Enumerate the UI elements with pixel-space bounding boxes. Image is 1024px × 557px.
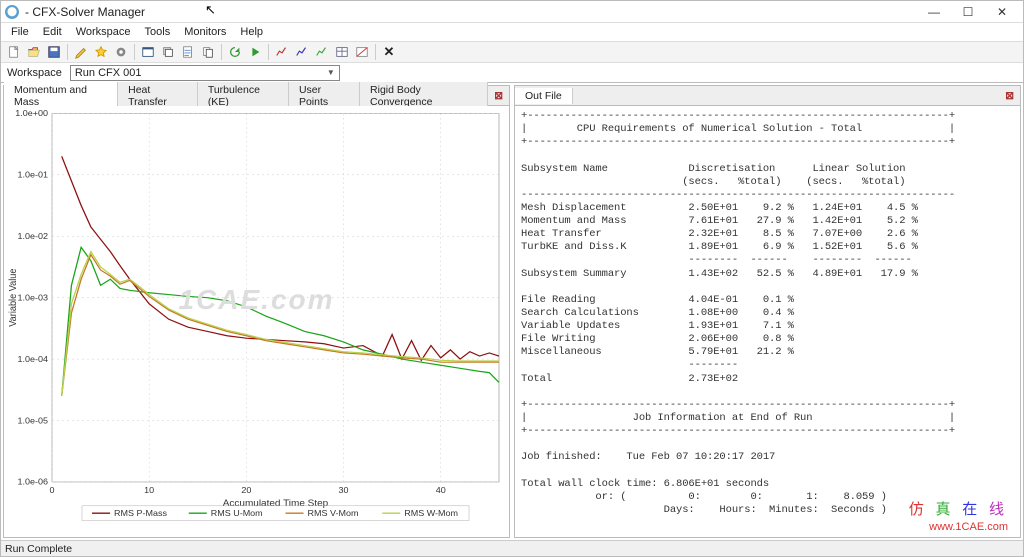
outfile-tabstrip: Out File ⊠ <box>515 86 1020 106</box>
menu-edit[interactable]: Edit <box>37 25 68 39</box>
svg-text:1.0e-05: 1.0e-05 <box>17 416 48 426</box>
play-icon[interactable] <box>246 43 264 61</box>
outfile-text[interactable]: +---------------------------------------… <box>515 106 1020 537</box>
svg-text:0: 0 <box>50 485 55 495</box>
menu-monitors[interactable]: Monitors <box>178 25 232 39</box>
menu-bar: File Edit Workspace Tools Monitors Help <box>1 23 1023 41</box>
chart-area[interactable]: 1CAE.com 1.0e+001.0e-011.0e-021.0e-031.0… <box>4 106 509 537</box>
window-icon[interactable] <box>139 43 157 61</box>
app-icon: ⬤ <box>5 5 19 19</box>
svg-text:40: 40 <box>436 485 446 495</box>
save-icon[interactable] <box>45 43 63 61</box>
svg-text:1.0e-04: 1.0e-04 <box>17 354 48 364</box>
chart-tabstrip: Momentum and Mass Heat Transfer Turbulen… <box>4 86 509 106</box>
menu-tools[interactable]: Tools <box>139 25 177 39</box>
overlay-icon[interactable] <box>353 43 371 61</box>
application-window: ↖ ⬤ - CFX-Solver Manager — ☐ ✕ File Edit… <box>0 0 1024 557</box>
svg-text:Accumulated Time Step: Accumulated Time Step <box>223 498 328 509</box>
report-icon[interactable] <box>179 43 197 61</box>
star-icon[interactable] <box>92 43 110 61</box>
monitor2-icon[interactable] <box>293 43 311 61</box>
statusbar: Run Complete <box>1 540 1023 556</box>
svg-text:Variable Value: Variable Value <box>8 269 19 327</box>
refresh-icon[interactable] <box>226 43 244 61</box>
stack-icon[interactable] <box>159 43 177 61</box>
close-button[interactable]: ✕ <box>985 2 1019 22</box>
copy-icon[interactable] <box>199 43 217 61</box>
titlebar: ⬤ - CFX-Solver Manager — ☐ ✕ <box>1 1 1023 23</box>
open-icon[interactable] <box>25 43 43 61</box>
toolbar: ✕ <box>1 41 1023 63</box>
chart-panel: Momentum and Mass Heat Transfer Turbulen… <box>3 85 510 538</box>
gear-icon[interactable] <box>112 43 130 61</box>
svg-text:1.0e-02: 1.0e-02 <box>17 231 48 241</box>
table-monitor-icon[interactable] <box>333 43 351 61</box>
pencil-icon[interactable] <box>72 43 90 61</box>
stop-icon[interactable]: ✕ <box>380 43 398 61</box>
window-title: - CFX-Solver Manager <box>25 5 145 19</box>
panel-close-icon[interactable]: ⊠ <box>488 90 509 102</box>
tab-out-file[interactable]: Out File <box>515 88 573 104</box>
svg-text:RMS U-Mom: RMS U-Mom <box>211 508 263 518</box>
svg-text:1.0e-01: 1.0e-01 <box>17 170 48 180</box>
svg-text:RMS V-Mom: RMS V-Mom <box>308 508 359 518</box>
svg-text:RMS P-Mass: RMS P-Mass <box>114 508 167 518</box>
minimize-button[interactable]: — <box>917 2 951 22</box>
outfile-panel: Out File ⊠ +----------------------------… <box>514 85 1021 538</box>
status-text: Run Complete <box>5 543 72 555</box>
chevron-down-icon: ▼ <box>327 68 335 77</box>
workspace-label: Workspace <box>1 67 70 79</box>
workspace-value: Run CFX 001 <box>75 67 142 79</box>
monitor3-icon[interactable] <box>313 43 331 61</box>
content-area: Momentum and Mass Heat Transfer Turbulen… <box>1 83 1023 540</box>
svg-text:30: 30 <box>339 485 349 495</box>
workspace-selector[interactable]: Run CFX 001 ▼ <box>70 65 340 81</box>
brand-watermark: 仿 真 在 线 <box>909 498 1008 519</box>
svg-text:20: 20 <box>241 485 251 495</box>
svg-text:10: 10 <box>144 485 154 495</box>
url-watermark: www.1CAE.com <box>929 521 1008 533</box>
workspace-bar: Workspace Run CFX 001 ▼ <box>1 63 1023 83</box>
svg-text:RMS W-Mom: RMS W-Mom <box>404 508 458 518</box>
maximize-button[interactable]: ☐ <box>951 2 985 22</box>
menu-help[interactable]: Help <box>234 25 269 39</box>
svg-text:1.0e+00: 1.0e+00 <box>15 108 48 118</box>
menu-workspace[interactable]: Workspace <box>70 25 137 39</box>
panel-close-icon[interactable]: ⊠ <box>999 90 1020 102</box>
convergence-chart: 1.0e+00 1.0e-01 1.0e-02 1.0e-03 1.0e-04 1.0e-… <box>4 106 509 537</box>
new-icon[interactable] <box>5 43 23 61</box>
menu-file[interactable]: File <box>5 25 35 39</box>
svg-text:1.0e-03: 1.0e-03 <box>17 293 48 303</box>
monitor1-icon[interactable] <box>273 43 291 61</box>
svg-text:1.0e-06: 1.0e-06 <box>17 477 48 487</box>
